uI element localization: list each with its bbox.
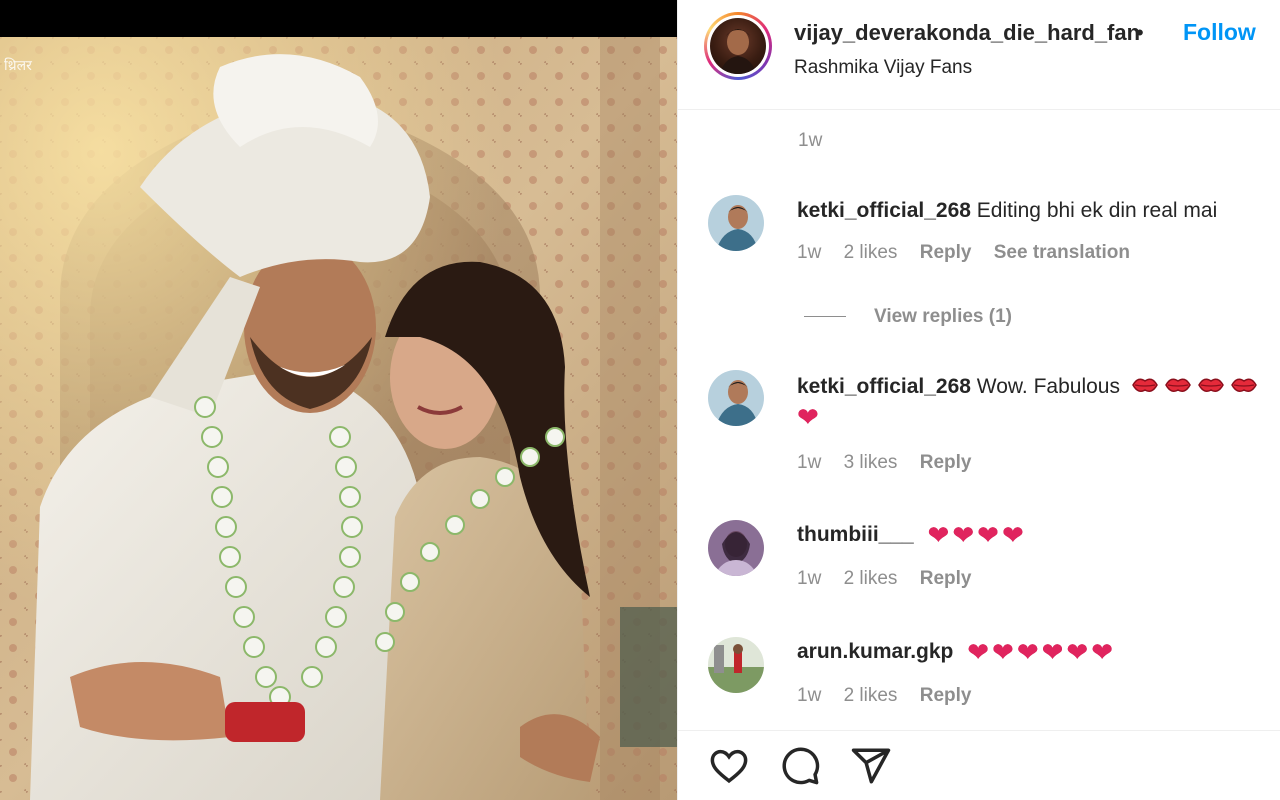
replies-divider xyxy=(804,316,846,318)
heart-icon[interactable] xyxy=(708,745,750,787)
account-avatar[interactable] xyxy=(704,12,772,80)
comment-time: 1w xyxy=(797,685,822,706)
comment-username[interactable]: ketki_official_268 xyxy=(797,375,971,398)
comment-username[interactable]: arun.kumar.gkp xyxy=(797,640,953,663)
commenter-avatar[interactable] xyxy=(708,370,764,426)
header-separator: • xyxy=(1136,20,1144,45)
comment-likes[interactable]: 2 likes xyxy=(844,568,898,589)
reply-button[interactable]: Reply xyxy=(920,242,972,263)
view-replies-label: View replies (1) xyxy=(874,306,1012,327)
wedding-photo xyxy=(0,37,677,800)
reply-button[interactable]: Reply xyxy=(920,568,972,589)
comment-username[interactable]: thumbiii___ xyxy=(797,523,914,546)
kiss-mark-icon xyxy=(1164,378,1191,392)
comment-time: 1w xyxy=(797,452,822,473)
kiss-mark-icon xyxy=(1131,378,1158,392)
commenter-avatar[interactable] xyxy=(708,637,764,693)
kiss-mark-icon xyxy=(1197,378,1224,392)
comment-meta: 1w 3 likes Reply xyxy=(797,452,988,474)
red-heart-icon: ❤ xyxy=(1041,637,1064,667)
photo-watermark: थ्रिलर xyxy=(4,58,32,74)
comment-likes[interactable]: 2 likes xyxy=(844,242,898,263)
red-heart-icon: ❤ xyxy=(927,520,950,550)
red-heart-icon: ❤ xyxy=(967,637,990,667)
reply-button[interactable]: Reply xyxy=(920,685,972,706)
view-replies-button[interactable]: View replies (1) xyxy=(804,306,1012,328)
kiss-mark-icon xyxy=(1230,378,1257,392)
commenter-avatar[interactable] xyxy=(708,520,764,576)
red-heart-icon: ❤ xyxy=(1066,637,1089,667)
comment-likes[interactable]: 3 likes xyxy=(844,452,898,473)
red-heart-icon: ❤ xyxy=(977,520,999,550)
comment-time: 1w xyxy=(797,568,822,589)
reply-button[interactable]: Reply xyxy=(920,452,972,473)
post-actions-bar xyxy=(678,730,1280,800)
post-header: vijay_deverakonda_die_hard_fan • Follow … xyxy=(678,0,1280,110)
comment-text: Wow. Fabulous xyxy=(976,375,1120,398)
comment-likes[interactable]: 2 likes xyxy=(844,685,898,706)
comment-meta: 1w 2 likes Reply xyxy=(797,685,988,707)
comment-text: Editing bhi ek din real mai xyxy=(976,199,1218,222)
commenter-avatar[interactable] xyxy=(708,195,764,251)
comment-time: 1w xyxy=(797,242,822,263)
red-heart-icon: ❤ xyxy=(1001,520,1024,550)
red-heart-icon: ❤ xyxy=(992,637,1014,667)
follow-button[interactable]: Follow xyxy=(1183,19,1256,46)
comment-icon[interactable] xyxy=(779,745,821,787)
share-icon[interactable] xyxy=(850,745,892,787)
comment-meta: 1w 2 likes Reply xyxy=(797,568,988,590)
red-heart-icon: ❤ xyxy=(1091,637,1114,667)
see-translation-link[interactable]: See translation xyxy=(994,242,1130,263)
red-heart-icon: ❤ xyxy=(952,520,975,550)
photo-top-bar xyxy=(0,0,677,37)
avatar-portrait xyxy=(720,29,756,74)
comment-username[interactable]: ketki_official_268 xyxy=(797,199,971,222)
comment-meta: 1w 2 likes Reply See translation xyxy=(797,242,1147,264)
comments-list[interactable]: 1w ketki_official_268 Editing bhi ek din… xyxy=(678,110,1280,730)
account-subtitle[interactable]: Rashmika Vijay Fans xyxy=(794,57,972,79)
post-timestamp: 1w xyxy=(798,130,823,151)
red-heart-icon: ❤ xyxy=(797,402,819,432)
account-username[interactable]: vijay_deverakonda_die_hard_fan xyxy=(794,20,1140,46)
post-photo[interactable]: थ्रिलर xyxy=(0,0,677,800)
post-side-panel: vijay_deverakonda_die_hard_fan • Follow … xyxy=(677,0,1280,800)
red-heart-icon: ❤ xyxy=(1016,637,1039,667)
